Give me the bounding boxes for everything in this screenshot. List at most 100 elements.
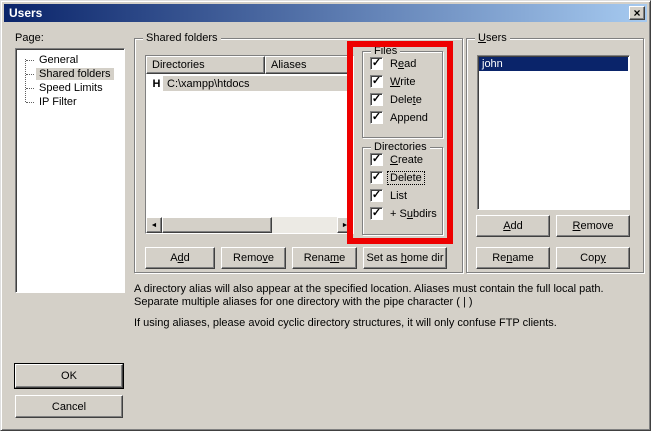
listview-header: Directories Aliases [146, 56, 353, 74]
tree-item-general[interactable]: General [16, 53, 124, 67]
checkbox-delete-dirs-box[interactable]: ✓ [370, 171, 383, 184]
checkbox-append-label: Append [388, 112, 430, 124]
column-header-aliases[interactable]: Aliases [265, 56, 349, 74]
users-group-label: Users [475, 32, 510, 44]
shared-add-button[interactable]: Add [145, 247, 215, 269]
checkbox-delete-files-box[interactable]: ✓ [370, 93, 383, 106]
scrollbar-track[interactable] [272, 217, 337, 233]
user-rename-button[interactable]: Rename [476, 247, 550, 269]
users-listbox: john [477, 55, 630, 210]
window-title: Users [9, 6, 629, 20]
alias-note-2: If using aliases, please avoid cyclic di… [134, 317, 649, 330]
tree-item-speed-limits[interactable]: Speed Limits [16, 81, 124, 95]
checkbox-create-box[interactable]: ✓ [370, 153, 383, 166]
directory-row[interactable]: H C:\xampp\htdocs [146, 76, 353, 91]
checkbox-read-label: Read [388, 58, 418, 70]
checkbox-list-label: List [388, 190, 409, 202]
checkbox-subdirs[interactable]: ✓ + Subdirs [370, 207, 442, 220]
cancel-button-label: Cancel [52, 401, 86, 413]
page-label: Page: [15, 32, 44, 44]
checkbox-delete-files[interactable]: ✓ Delete [370, 93, 442, 106]
home-flag: H [150, 78, 163, 90]
column-header-filler [349, 56, 353, 74]
tree-connector [26, 74, 34, 75]
checkbox-subdirs-box[interactable]: ✓ [370, 207, 383, 220]
scrollbar-thumb[interactable] [162, 217, 272, 233]
users-dialog: Users × Page: General Shared folders Spe… [0, 0, 651, 431]
checkbox-list-box[interactable]: ✓ [370, 189, 383, 202]
page-tree: General Shared folders Speed Limits IP F… [15, 48, 125, 293]
tree-item-shared-folders[interactable]: Shared folders [16, 67, 124, 81]
user-copy-button[interactable]: Copy [556, 247, 630, 269]
user-copy-button-label: Copy [580, 252, 606, 264]
close-icon: × [633, 7, 640, 19]
check-icon: ✓ [372, 154, 381, 165]
directories-group-label: Directories [371, 141, 430, 153]
arrow-right-icon: ► [342, 222, 349, 229]
checkbox-write-box[interactable]: ✓ [370, 75, 383, 88]
check-icon: ✓ [372, 208, 381, 219]
scroll-left-button[interactable]: ◄ [146, 217, 162, 233]
tree-connector [26, 88, 34, 89]
checkbox-list[interactable]: ✓ List [370, 189, 442, 202]
user-add-button-label: Add [503, 220, 523, 232]
checkbox-create-label: Create [388, 154, 425, 166]
user-item-john[interactable]: john [479, 57, 628, 71]
column-header-directories[interactable]: Directories [146, 56, 265, 74]
cancel-button[interactable]: Cancel [15, 395, 123, 418]
files-group-label: Files [371, 45, 400, 57]
tree-connector [26, 102, 34, 103]
ok-button-label: OK [61, 370, 77, 382]
checkbox-delete-dirs-label: Delete [388, 172, 424, 184]
listview-body: H C:\xampp\htdocs [146, 74, 353, 217]
directories-listview: Directories Aliases H C:\xampp\htdocs ◄ [145, 55, 354, 234]
tree-item-ip-filter[interactable]: IP Filter [16, 95, 124, 109]
shared-rename-button[interactable]: Rename [292, 247, 357, 269]
tree-item-label: IP Filter [36, 96, 80, 108]
shared-folders-group-label: Shared folders [143, 32, 221, 44]
title-bar: Users × [4, 4, 647, 22]
close-button[interactable]: × [629, 6, 645, 20]
check-icon: ✓ [372, 190, 381, 201]
shared-add-button-label: Add [170, 252, 190, 264]
checkbox-append-box[interactable]: ✓ [370, 111, 383, 124]
check-icon: ✓ [372, 76, 381, 87]
tree-item-label: Speed Limits [36, 82, 106, 94]
checkbox-write[interactable]: ✓ Write [370, 75, 442, 88]
user-add-button[interactable]: Add [476, 215, 550, 237]
check-icon: ✓ [372, 58, 381, 69]
alias-note-1: A directory alias will also appear at th… [134, 283, 649, 309]
check-icon: ✓ [372, 172, 381, 183]
checkbox-read[interactable]: ✓ Read [370, 57, 442, 70]
checkbox-read-box[interactable]: ✓ [370, 57, 383, 70]
user-remove-button[interactable]: Remove [556, 215, 630, 237]
checkbox-append[interactable]: ✓ Append [370, 111, 442, 124]
directories-group: Directories ✓ Create ✓ Delete ✓ List ✓ +… [362, 147, 443, 235]
shared-remove-button-label: Remove [233, 252, 274, 264]
tree-connector [26, 60, 34, 61]
checkbox-write-label: Write [388, 76, 417, 88]
checkbox-subdirs-label: + Subdirs [388, 208, 439, 220]
scroll-right-button[interactable]: ► [337, 217, 353, 233]
user-remove-button-label: Remove [573, 220, 614, 232]
checkbox-delete-dirs[interactable]: ✓ Delete [370, 171, 442, 184]
user-rename-button-label: Rename [492, 252, 534, 264]
checkbox-create[interactable]: ✓ Create [370, 153, 442, 166]
set-as-home-dir-button-label: Set as home dir [366, 252, 443, 264]
checkbox-delete-files-label: Delete [388, 94, 424, 106]
set-as-home-dir-button[interactable]: Set as home dir [363, 247, 447, 269]
tree-item-label: Shared folders [36, 68, 114, 80]
shared-folders-group: Shared folders Directories Aliases H C:\… [134, 38, 463, 273]
shared-rename-button-label: Rename [304, 252, 346, 264]
users-group: Users john Add Remove Rename Copy [466, 38, 644, 273]
ok-button[interactable]: OK [15, 364, 123, 388]
horizontal-scrollbar[interactable]: ◄ ► [146, 217, 353, 233]
files-group: Files ✓ Read ✓ Write ✓ Delete ✓ Append [362, 51, 443, 138]
directory-path: C:\xampp\htdocs [163, 76, 353, 91]
check-icon: ✓ [372, 94, 381, 105]
shared-remove-button[interactable]: Remove [221, 247, 286, 269]
check-icon: ✓ [372, 112, 381, 123]
alias-notes: A directory alias will also appear at th… [134, 283, 649, 330]
tree-item-label: General [36, 54, 81, 66]
arrow-left-icon: ◄ [151, 222, 158, 229]
